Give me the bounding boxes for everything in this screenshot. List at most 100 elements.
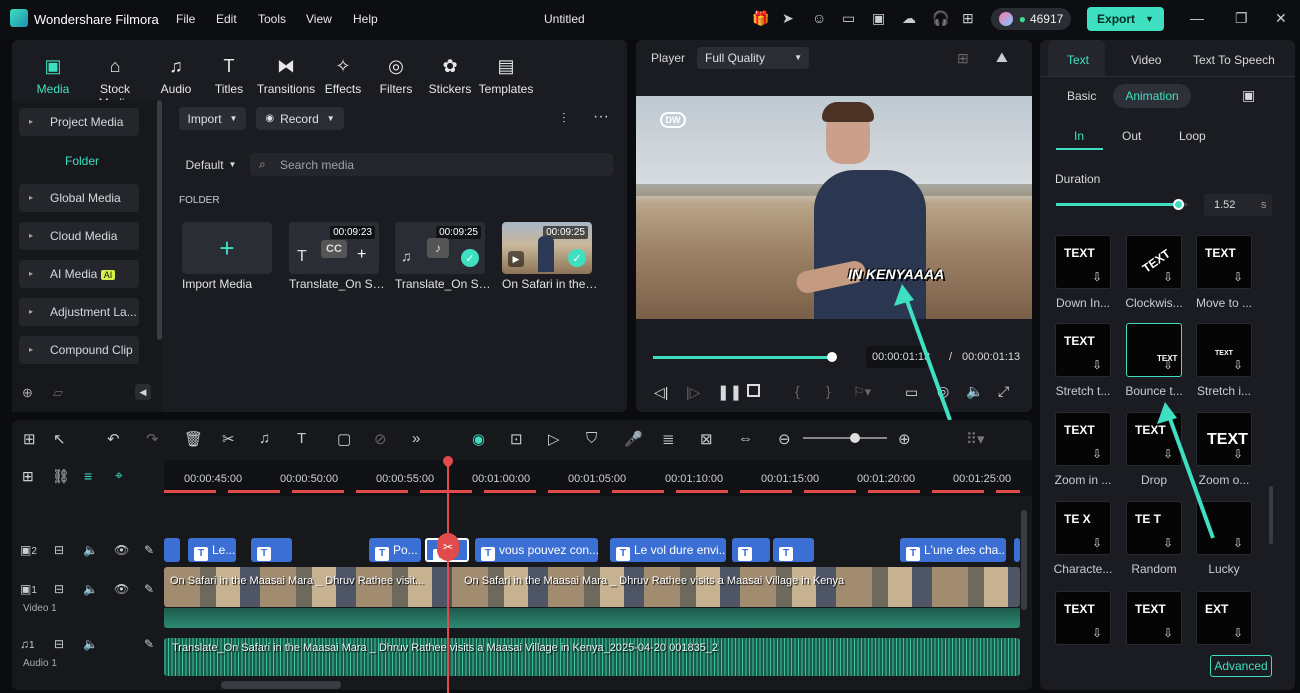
animation-preset[interactable]: TEXT ⇩ xyxy=(1055,235,1111,289)
select-icon[interactable]: ↖ xyxy=(53,430,66,448)
menu-tools[interactable]: Tools xyxy=(258,12,286,26)
animation-preset[interactable]: TEXT ⇩ xyxy=(1055,323,1111,377)
animation-preset[interactable]: TEXT ⇩ xyxy=(1055,412,1111,466)
marker-icon[interactable]: ⚐▾ xyxy=(853,384,871,400)
preset-scrollbar[interactable] xyxy=(1269,486,1273,544)
folder-icon[interactable]: ▱ xyxy=(53,385,63,401)
text-clip[interactable] xyxy=(164,538,180,562)
text-tool-icon[interactable]: T xyxy=(297,430,306,447)
anim-tab-in[interactable]: In xyxy=(1074,129,1084,143)
split-scissors-icon[interactable]: ✂ xyxy=(437,533,459,561)
save-icon[interactable]: ▣ xyxy=(872,10,890,28)
text-clip[interactable]: T Le... xyxy=(188,538,236,562)
tab-video[interactable]: Video xyxy=(1131,53,1161,67)
import-media-tile[interactable]: + xyxy=(182,222,272,274)
text-clip[interactable]: T Po... xyxy=(369,538,421,562)
mark-in-icon[interactable]: { xyxy=(795,383,800,399)
tab-text[interactable]: Text xyxy=(1067,53,1089,67)
collapse-sidebar-icon[interactable]: ◀ xyxy=(135,384,151,400)
menu-help[interactable]: Help xyxy=(353,12,378,26)
close-icon[interactable]: ✕ xyxy=(1275,10,1293,28)
eye-icon[interactable]: 👁 xyxy=(114,582,129,596)
sidebar-item-global-media[interactable]: Global Media xyxy=(19,184,139,212)
animation-preset[interactable]: TE X ⇩ xyxy=(1055,501,1111,555)
grid-view-icon[interactable]: ⊞ xyxy=(957,50,969,67)
gift-icon[interactable]: 🎁 xyxy=(752,10,770,28)
audio-edit-icon[interactable]: ♫ xyxy=(259,430,270,447)
animation-preset[interactable]: TEXT ⇩ xyxy=(1055,591,1111,645)
volume-icon[interactable]: 🔈 xyxy=(83,637,98,651)
add-track-icon[interactable]: ⊞ xyxy=(22,468,34,485)
download-icon[interactable]: ⇩ xyxy=(1233,447,1243,461)
send-icon[interactable]: ➤ xyxy=(782,10,800,28)
download-icon[interactable]: ⇩ xyxy=(1092,626,1102,640)
mark-out-icon[interactable]: } xyxy=(826,383,831,399)
text-clip[interactable]: T xyxy=(732,538,770,562)
download-icon[interactable]: ⇩ xyxy=(1233,270,1243,284)
sidebar-item-project-media[interactable]: Project Media xyxy=(19,108,139,136)
duration-input[interactable]: 1.52 s xyxy=(1204,194,1272,216)
video-clip[interactable]: On Safari in the Maasai Mara _ Dhruv Rat… xyxy=(164,567,1020,607)
new-folder-icon[interactable]: ⊕ xyxy=(22,385,33,401)
volume-icon[interactable]: 🔈 xyxy=(83,543,98,557)
layout-icon[interactable]: ▭ xyxy=(842,10,860,28)
fit-icon[interactable]: ⇔ xyxy=(738,430,753,447)
download-icon[interactable]: ⇩ xyxy=(1233,626,1243,640)
panel-layout-icon[interactable]: ⠿▾ xyxy=(966,430,985,448)
pause-icon[interactable]: ❚❚ xyxy=(717,383,742,401)
fullscreen-icon[interactable]: ⤢ xyxy=(998,383,1009,400)
tab-audio[interactable]: ♫ Audio xyxy=(146,56,206,96)
duration-slider-handle[interactable] xyxy=(1172,199,1184,210)
tab-effects[interactable]: ✧ Effects xyxy=(313,56,373,96)
tab-media[interactable]: ▣ Media xyxy=(23,56,83,96)
layout-grid-icon[interactable]: ⊞ xyxy=(23,430,36,448)
timeline-hscrollbar[interactable] xyxy=(221,681,341,689)
download-icon[interactable]: ⇩ xyxy=(1163,626,1173,640)
grid-icon[interactable]: ⊞ xyxy=(962,10,980,28)
subtab-animation[interactable]: Animation xyxy=(1113,84,1191,108)
prev-frame-icon[interactable]: ◁| xyxy=(654,384,668,401)
sidebar-item-cloud-media[interactable]: Cloud Media xyxy=(19,222,139,250)
sidebar-item-compound-clip[interactable]: Compound Clip xyxy=(19,336,139,364)
animation-preset[interactable]: TEXT ⇩ xyxy=(1196,235,1252,289)
text-clip[interactable]: T L'une des cha... xyxy=(900,538,1006,562)
music-list-icon[interactable]: ≣ xyxy=(662,430,675,448)
zoom-slider[interactable] xyxy=(803,433,887,443)
pen-icon[interactable]: ✎ xyxy=(144,582,154,596)
shield-icon[interactable]: ⛉ xyxy=(586,430,597,447)
sort-dropdown[interactable]: Default ▼ xyxy=(179,153,243,176)
redo-icon[interactable]: ↷ xyxy=(146,430,159,448)
sidebar-item-ai-media[interactable]: AI Media AI xyxy=(19,260,139,288)
download-icon[interactable]: ⇩ xyxy=(1092,358,1102,372)
eye-icon[interactable]: 👁 xyxy=(114,543,129,557)
media-item[interactable]: 00:09:23 T CC + xyxy=(289,222,379,274)
text-clip[interactable]: Tvous pouvez con... xyxy=(475,538,598,562)
subtab-basic[interactable]: Basic xyxy=(1067,89,1096,103)
undo-icon[interactable]: ↶ xyxy=(107,430,120,448)
playhead[interactable] xyxy=(447,460,449,693)
feedback-icon[interactable]: ☺ xyxy=(812,10,830,28)
zoom-handle[interactable] xyxy=(850,433,860,443)
sidebar-scrollbar[interactable] xyxy=(157,100,162,340)
anim-tab-loop[interactable]: Loop xyxy=(1179,129,1206,143)
download-icon[interactable]: ⇩ xyxy=(1163,358,1173,372)
text-clip[interactable]: T Le vol dure envi... xyxy=(610,538,726,562)
scope-icon[interactable]: ⛰ xyxy=(996,49,1008,66)
tab-filters[interactable]: ◎ Filters xyxy=(366,56,426,96)
download-icon[interactable]: ⇩ xyxy=(1092,270,1102,284)
download-icon[interactable]: ⇩ xyxy=(1092,536,1102,550)
audio-clip[interactable]: Translate_On Safari in the Maasai Mara _… xyxy=(164,638,1020,676)
video-preview[interactable]: DW IN KENYAAAA xyxy=(636,96,1032,319)
maximize-icon[interactable]: ❐ xyxy=(1235,10,1253,28)
advanced-button[interactable]: Advanced xyxy=(1210,655,1272,677)
quality-dropdown[interactable]: Full Quality ▼ xyxy=(697,47,809,69)
import-button[interactable]: Import ▼ xyxy=(179,107,246,130)
more-icon[interactable]: ··· xyxy=(593,108,609,126)
snap-icon[interactable]: ⌖ xyxy=(115,467,123,484)
filter-icon[interactable]: ⫶ xyxy=(562,110,566,127)
cloud-icon[interactable]: ☁ xyxy=(902,10,920,28)
headset-icon[interactable]: 🎧 xyxy=(932,10,950,28)
link-icon[interactable]: ⛓ xyxy=(52,468,70,485)
lock-icon[interactable]: ⊟ xyxy=(54,543,64,557)
lock-icon[interactable]: ⊟ xyxy=(54,582,64,596)
